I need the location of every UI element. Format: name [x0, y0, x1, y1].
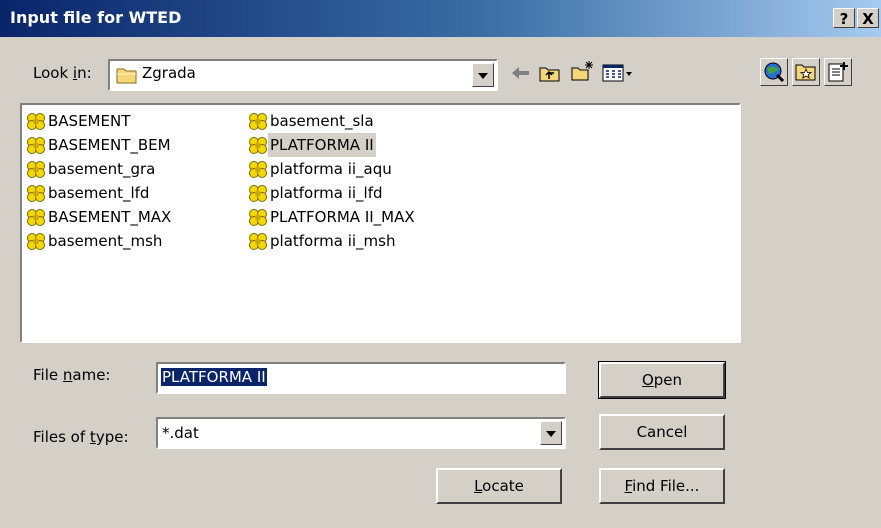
view-menu-icon[interactable] — [601, 62, 635, 84]
file-type-combo[interactable]: *.dat — [156, 417, 566, 449]
file-list[interactable]: BASEMENT BASEMENT_BEM basement_gra basement… — [20, 103, 741, 343]
file-name-input[interactable]: PLATFORMA II — [156, 362, 566, 394]
properties-button[interactable] — [824, 58, 852, 86]
close-button[interactable]: X — [857, 8, 879, 28]
locate-button-label: Locate — [474, 477, 524, 495]
open-button-label: Open — [641, 371, 683, 389]
file-icon — [249, 233, 267, 250]
network-icon — [764, 62, 785, 83]
file-icon — [249, 185, 267, 202]
help-button[interactable]: ? — [833, 8, 855, 28]
file-type-label: Files of type: — [33, 428, 129, 446]
network-button[interactable] — [760, 58, 788, 86]
file-icon — [249, 161, 267, 178]
folder-icon — [116, 68, 137, 84]
file-name-text: platforma ii_msh — [270, 232, 396, 250]
file-icon — [27, 161, 45, 178]
cancel-button-label: Cancel — [636, 423, 688, 441]
properties-icon — [828, 62, 848, 82]
file-name-text: basement_sla — [270, 112, 374, 130]
file-type-dropdown-arrow-icon[interactable] — [540, 421, 562, 445]
look-in-combo[interactable]: Zgrada — [108, 59, 498, 91]
file-icon — [27, 113, 45, 130]
file-icon — [27, 185, 45, 202]
find-file-button[interactable]: Find File... — [599, 468, 725, 504]
open-button[interactable]: Open — [598, 361, 726, 399]
file-icon — [249, 113, 267, 130]
dialog-title: Input file for WTED — [10, 8, 182, 27]
cancel-button[interactable]: Cancel — [599, 414, 725, 450]
file-name-value: PLATFORMA II — [161, 368, 267, 386]
look-in-dropdown-arrow-icon[interactable] — [472, 63, 494, 87]
file-name-text: BASEMENT — [48, 112, 131, 130]
file-icon — [249, 137, 267, 154]
file-name-text: BASEMENT_BEM — [48, 136, 171, 154]
file-type-value: *.dat — [162, 424, 199, 442]
favorites-folder-button[interactable] — [792, 58, 820, 86]
file-name-text: basement_gra — [48, 160, 156, 178]
up-one-level-icon[interactable] — [538, 62, 562, 84]
create-new-folder-icon[interactable] — [570, 60, 594, 82]
title-bar[interactable]: Input file for WTED ? X — [0, 0, 881, 37]
open-file-dialog: Input file for WTED ? X Look in: Zgrada — [0, 0, 881, 528]
find-file-button-label: Find File... — [624, 477, 700, 495]
favorites-folder-icon — [795, 64, 816, 81]
file-name-text: basement_msh — [48, 232, 163, 250]
file-icon — [249, 209, 267, 226]
file-icon — [27, 233, 45, 250]
file-icon — [27, 137, 45, 154]
file-name-text: platforma ii_lfd — [270, 184, 383, 202]
file-icon — [27, 209, 45, 226]
file-name-text: basement_lfd — [48, 184, 150, 202]
look-in-value: Zgrada — [142, 64, 196, 82]
file-name-label: File name: — [33, 366, 111, 384]
file-name-text: platforma ii_aqu — [270, 160, 392, 178]
locate-button[interactable]: Locate — [436, 468, 562, 504]
look-in-label: Look in: — [33, 64, 92, 82]
file-name-text: PLATFORMA II_MAX — [270, 208, 415, 226]
file-name-text: BASEMENT_MAX — [48, 208, 172, 226]
file-name-text: PLATFORMA II — [268, 133, 376, 157]
back-arrow-icon[interactable] — [509, 62, 533, 84]
